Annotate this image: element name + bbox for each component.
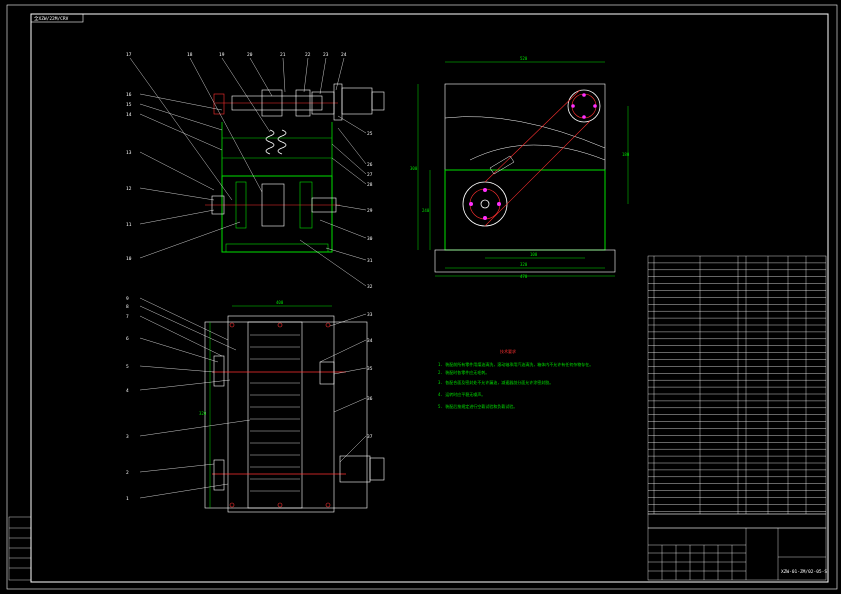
- svg-text:28: 28: [367, 182, 373, 188]
- svg-text:9: 9: [126, 296, 129, 302]
- svg-text:3: 3: [126, 434, 129, 440]
- svg-text:19: 19: [219, 52, 225, 58]
- svg-text:520: 520: [520, 56, 528, 61]
- svg-text:2: 2: [126, 470, 129, 476]
- svg-text:23: 23: [323, 52, 329, 58]
- drawing-sheet: 全XZW/22M/CRV 17 18 19 20 21 22 23 24 16 …: [0, 0, 841, 594]
- svg-text:11: 11: [126, 222, 132, 228]
- svg-text:技术要求: 技术要求: [500, 348, 516, 354]
- svg-text:17: 17: [126, 52, 132, 58]
- svg-text:35: 35: [367, 366, 373, 372]
- svg-text:33: 33: [367, 312, 373, 318]
- svg-text:240: 240: [422, 208, 430, 213]
- svg-text:13: 13: [126, 150, 132, 156]
- svg-text:470: 470: [520, 274, 528, 279]
- svg-text:3. 各配合面及密封处不允许漏油，减速器剖分面允许涂密封胶。: 3. 各配合面及密封处不允许漏油，减速器剖分面允许涂密封胶。: [438, 379, 553, 385]
- svg-text:1. 装配前所有零件用煤油清洗，滚动轴承用汽油清洗，箱体内不: 1. 装配前所有零件用煤油清洗，滚动轴承用汽油清洗，箱体内不允许有任何杂物存在。: [438, 361, 593, 367]
- svg-text:20: 20: [247, 52, 253, 58]
- svg-text:300: 300: [410, 166, 418, 171]
- svg-text:5. 装配后按规定进行空载试验和负载试验。: 5. 装配后按规定进行空载试验和负载试验。: [438, 403, 517, 409]
- svg-text:27: 27: [367, 172, 373, 178]
- svg-text:4: 4: [126, 388, 129, 394]
- svg-text:15: 15: [126, 102, 132, 108]
- svg-text:32: 32: [367, 284, 373, 290]
- svg-text:36: 36: [367, 396, 373, 402]
- svg-text:180: 180: [622, 152, 630, 157]
- svg-text:8: 8: [126, 304, 129, 310]
- svg-text:24: 24: [341, 52, 347, 58]
- svg-text:30: 30: [367, 236, 373, 242]
- svg-text:16: 16: [126, 92, 132, 98]
- svg-text:21: 21: [280, 52, 286, 58]
- svg-text:31: 31: [367, 258, 373, 264]
- svg-text:10: 10: [126, 256, 132, 262]
- svg-text:12: 12: [126, 186, 132, 192]
- svg-text:2. 装配时各零件应无毛刺。: 2. 装配时各零件应无毛刺。: [438, 369, 489, 375]
- corner-code: 全XZW/22M/CRV: [34, 15, 69, 22]
- svg-text:25: 25: [367, 131, 373, 137]
- svg-text:5: 5: [126, 364, 129, 370]
- svg-text:1: 1: [126, 496, 129, 502]
- svg-text:26: 26: [367, 162, 373, 168]
- svg-text:4. 运转时应平稳无噪声。: 4. 运转时应平稳无噪声。: [438, 391, 485, 397]
- svg-text:22: 22: [305, 52, 311, 58]
- svg-text:100: 100: [530, 252, 538, 257]
- svg-text:29: 29: [367, 208, 373, 214]
- svg-text:18: 18: [187, 52, 193, 58]
- svg-text:34: 34: [367, 338, 373, 344]
- svg-text:7: 7: [126, 314, 129, 320]
- svg-text:6: 6: [126, 336, 129, 342]
- svg-text:37: 37: [367, 434, 373, 440]
- svg-text:320: 320: [199, 411, 207, 416]
- svg-text:14: 14: [126, 112, 132, 118]
- svg-text:400: 400: [276, 300, 284, 305]
- drawing-number: XZW-01-ZM/02-05-S: [781, 569, 827, 575]
- svg-text:320: 320: [520, 262, 528, 267]
